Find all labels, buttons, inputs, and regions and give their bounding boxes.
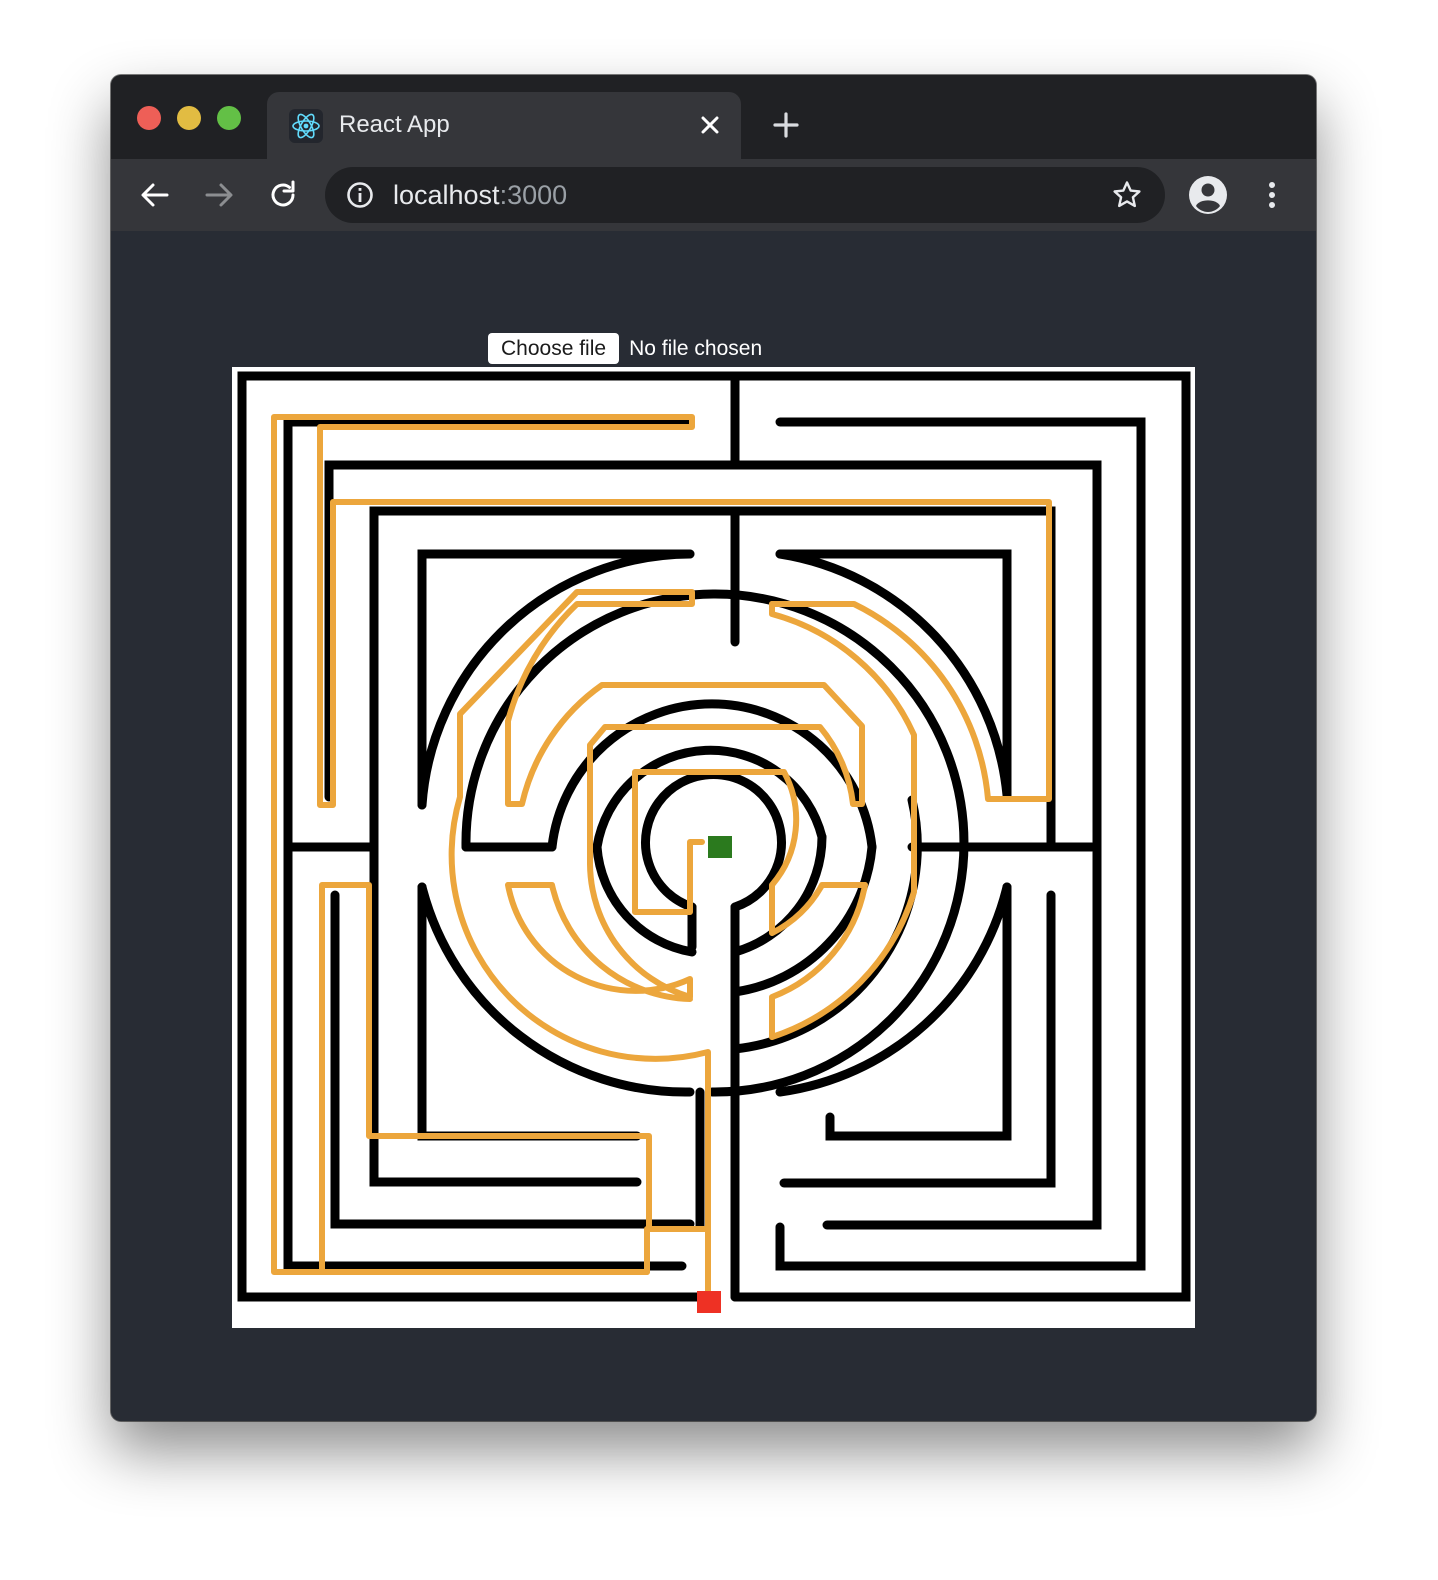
file-input: Choose file No file chosen (488, 333, 762, 365)
browser-window: React App localhost:3000 Choose file No … (111, 75, 1316, 1421)
choose-file-button[interactable]: Choose file (488, 333, 620, 364)
start-marker (697, 1291, 721, 1313)
url-port: :3000 (499, 180, 568, 210)
url-text: localhost:3000 (393, 180, 567, 210)
page-content: Choose file No file chosen (111, 231, 1316, 1421)
arrow-right-icon (205, 183, 233, 207)
arrow-left-icon (141, 183, 169, 207)
forward-button[interactable] (201, 177, 237, 213)
reload-button[interactable] (265, 177, 301, 213)
file-status-text: No file chosen (629, 337, 763, 360)
plus-icon (773, 112, 799, 138)
url-host: localhost (393, 180, 500, 210)
solution-path (271, 414, 1052, 1295)
reload-icon (271, 180, 295, 207)
close-tab-icon[interactable] (695, 110, 725, 140)
window-maximize-button[interactable] (217, 106, 241, 130)
account-circle-icon[interactable] (1188, 175, 1228, 215)
address-bar[interactable]: localhost:3000 (325, 167, 1165, 223)
window-close-button[interactable] (137, 106, 161, 130)
tab-title: React App (339, 111, 450, 138)
new-tab-button[interactable] (769, 108, 803, 142)
back-button[interactable] (137, 177, 173, 213)
info-icon[interactable] (345, 180, 375, 210)
tab-react-app[interactable]: React App (267, 92, 741, 159)
react-logo-icon (289, 109, 323, 143)
maze-image (232, 367, 1195, 1328)
browser-toolbar: localhost:3000 (111, 159, 1316, 231)
window-minimize-button[interactable] (177, 106, 201, 130)
more-vert-icon[interactable] (1254, 177, 1290, 213)
star-icon[interactable] (1111, 179, 1143, 211)
goal-marker (708, 836, 732, 858)
tab-strip: React App (111, 75, 1316, 159)
